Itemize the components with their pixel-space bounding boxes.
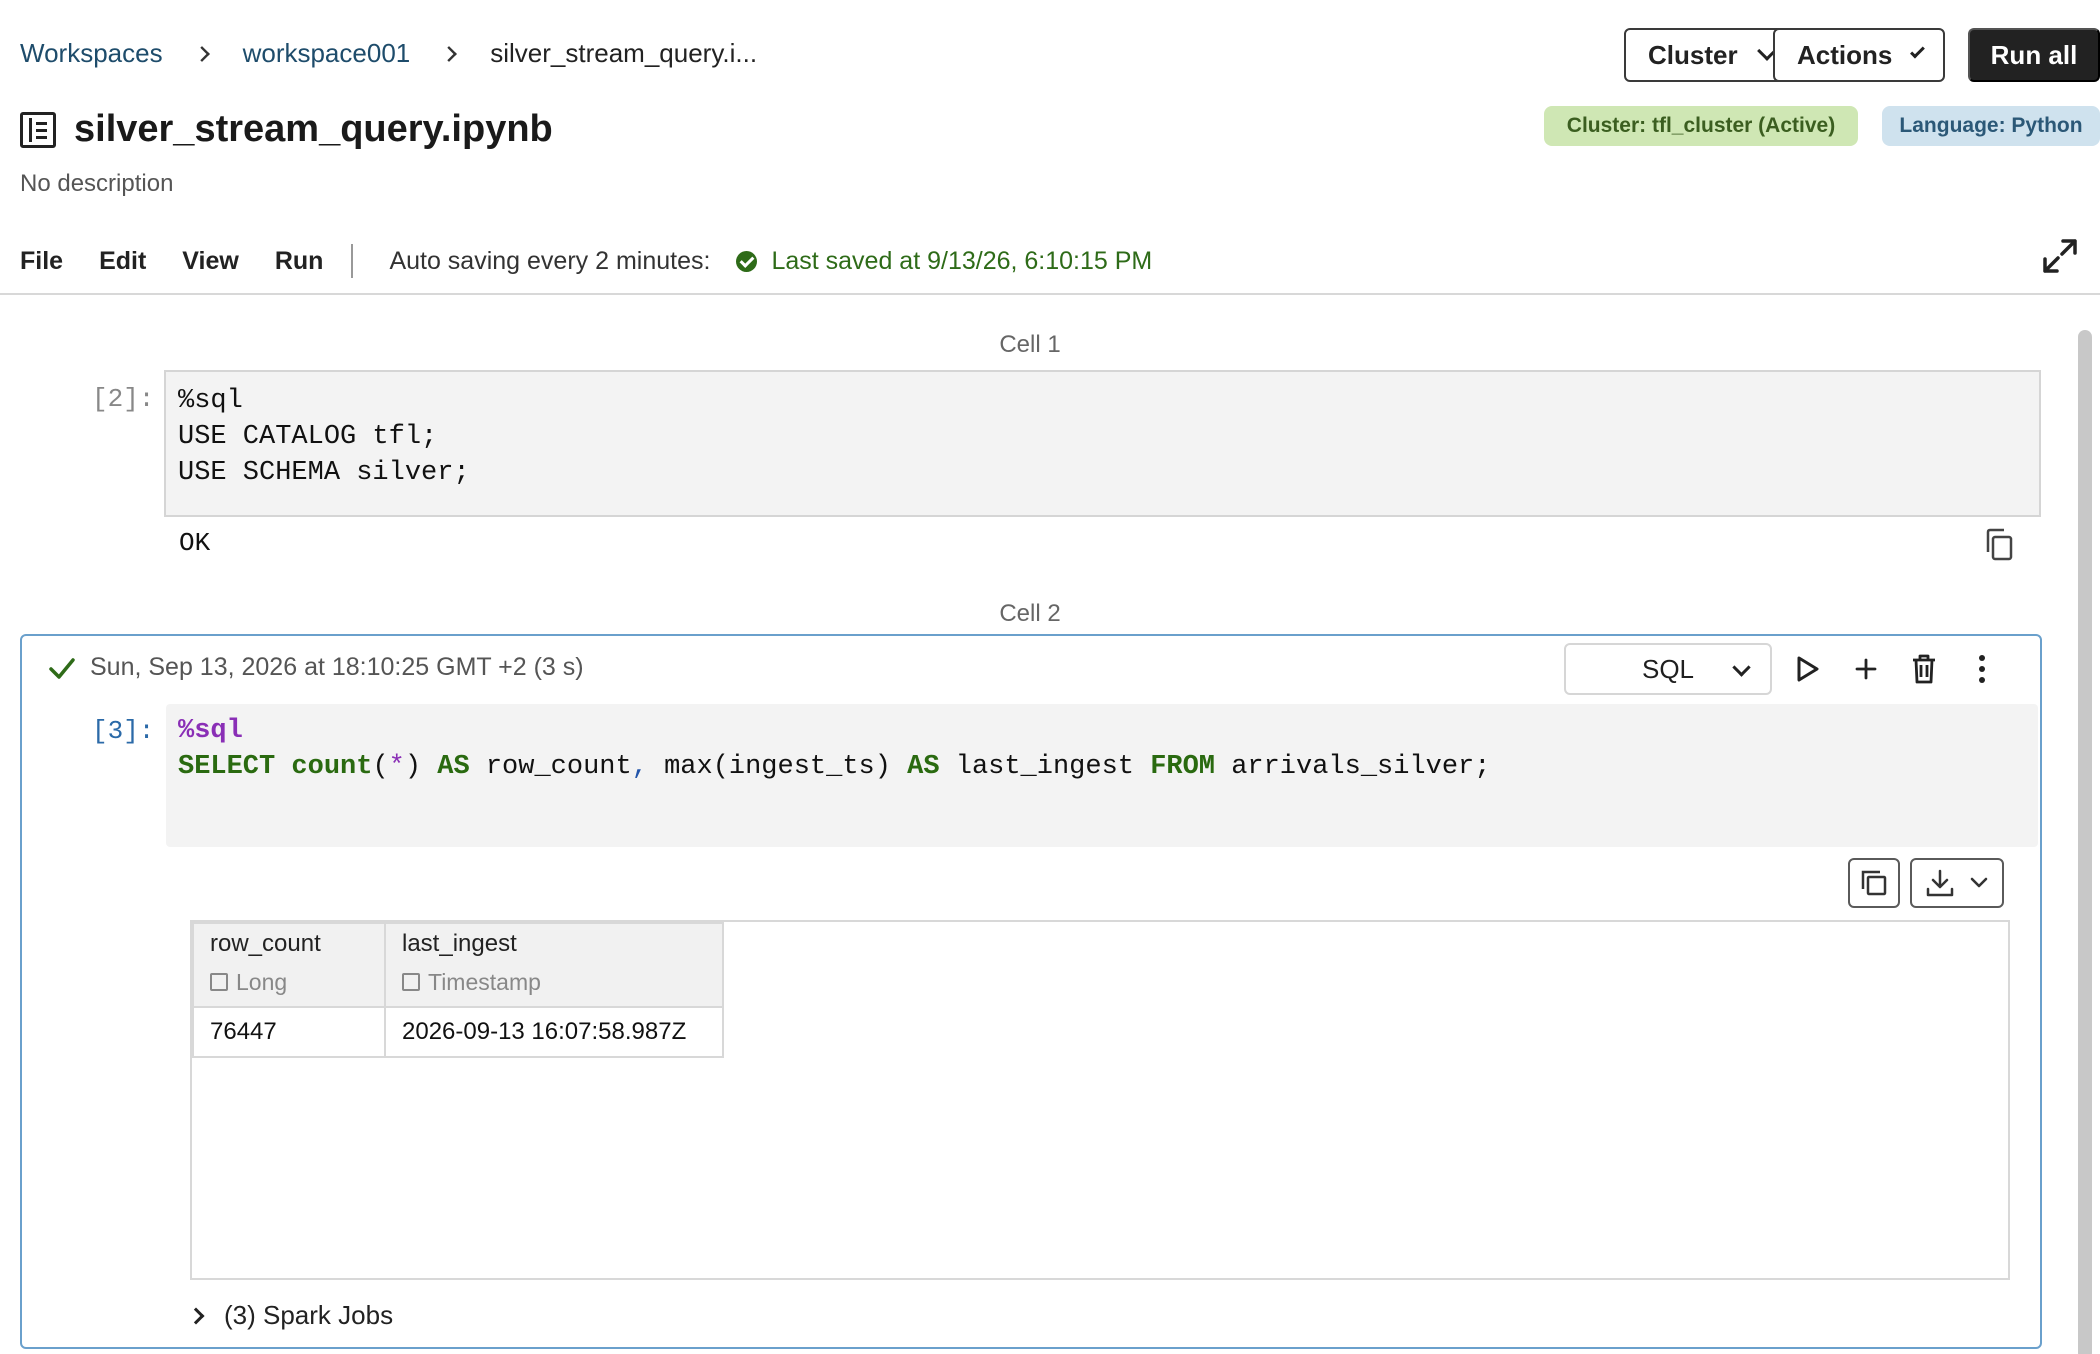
check-circle-icon xyxy=(736,250,758,272)
actions-dropdown-button[interactable]: Actions xyxy=(1773,28,1945,82)
code-token: ( xyxy=(372,752,389,782)
code-token: , xyxy=(631,752,648,782)
result-table-area: row_count Long last_ingest Timestamp 764… xyxy=(190,920,2010,1280)
breadcrumb-workspace-link[interactable]: workspace001 xyxy=(243,38,411,69)
menu-divider xyxy=(351,244,354,278)
table-cell[interactable]: 2026-09-13 16:07:58.987Z xyxy=(384,1006,724,1058)
code-magic-command: %sql xyxy=(178,716,243,746)
menu-view[interactable]: View xyxy=(182,247,239,276)
menu-edit[interactable]: Edit xyxy=(99,247,146,276)
cell-2-code-editor[interactable]: %sql SELECT count(*) AS row_count, max(i… xyxy=(166,704,2038,847)
result-table: row_count Long last_ingest Timestamp 764… xyxy=(192,922,724,1058)
language-badge: Language: Python xyxy=(1882,106,2100,146)
code-token: ) xyxy=(404,752,422,782)
copy-icon xyxy=(1861,870,1887,896)
chevron-down-icon xyxy=(1732,658,1751,677)
cell-language-value: SQL xyxy=(1641,653,1695,684)
breadcrumb-current: silver_stream_query.i... xyxy=(490,38,758,68)
autosave-label: Auto saving every 2 minutes: xyxy=(389,246,711,275)
cell-1-output: OK xyxy=(179,528,211,558)
code-token: row_count xyxy=(485,752,632,782)
table-row: 76447 2026-09-13 16:07:58.987Z xyxy=(192,1006,724,1058)
chevron-right-icon xyxy=(187,1307,205,1324)
cell-1-label: Cell 1 xyxy=(999,331,1061,358)
add-cell-button[interactable] xyxy=(1846,649,1886,689)
result-column-header[interactable]: last_ingest Timestamp xyxy=(384,922,724,1008)
cluster-status-badge: Cluster: tfl_cluster (Active) xyxy=(1544,106,1858,146)
code-keyword: AS xyxy=(437,752,470,782)
header-divider xyxy=(0,293,2100,295)
expand-icon[interactable] xyxy=(2042,238,2078,274)
copy-results-button[interactable] xyxy=(1848,858,1900,908)
code-function: count xyxy=(291,752,373,782)
cell-language-select[interactable]: SQL xyxy=(1564,643,1772,695)
run-cell-button[interactable] xyxy=(1788,649,1828,689)
code-keyword: AS xyxy=(907,752,940,782)
cell-2-run-status: Sun, Sep 13, 2026 at 18:10:25 GMT +2 (3 … xyxy=(48,653,584,682)
notebook-menubar: File Edit View Run Auto saving every 2 m… xyxy=(20,244,1152,278)
vertical-scrollbar[interactable] xyxy=(2078,330,2092,1354)
code-token: * xyxy=(388,752,405,782)
page-title: silver_stream_query.ipynb xyxy=(74,108,553,150)
code-line: SELECT count(*) AS row_count, max(ingest… xyxy=(178,749,2026,785)
cell-more-options-button[interactable] xyxy=(1962,649,2002,689)
code-token: arrivals_silver; xyxy=(1231,752,1491,782)
check-icon xyxy=(49,657,75,679)
spark-jobs-label: (3) Spark Jobs xyxy=(224,1300,394,1330)
chevron-down-icon xyxy=(1970,877,1988,888)
download-icon xyxy=(1926,869,1954,897)
breadcrumb-workspaces-link[interactable]: Workspaces xyxy=(20,38,163,69)
calendar-type-icon xyxy=(402,973,420,991)
plus-icon xyxy=(1855,658,1877,680)
run-all-button[interactable]: Run all xyxy=(1968,28,2100,82)
notebook-title-row: silver_stream_query.ipynb xyxy=(20,108,553,151)
code-keyword: FROM xyxy=(1150,752,1215,782)
download-results-button[interactable] xyxy=(1910,858,2004,908)
cell-2-label: Cell 2 xyxy=(999,600,1061,627)
last-saved-status: Last saved at 9/13/26, 6:10:15 PM xyxy=(771,246,1153,275)
column-type-label: Long xyxy=(236,968,288,995)
column-type: Long xyxy=(210,964,368,1000)
actions-button-label: Actions xyxy=(1797,39,1893,70)
code-line: USE CATALOG tfl; xyxy=(178,422,438,452)
code-token: last_ingest xyxy=(955,752,1134,782)
code-token: max(ingest_ts) xyxy=(664,752,891,782)
notebook-description: No description xyxy=(20,170,174,197)
table-cell[interactable]: 76447 xyxy=(192,1006,386,1058)
cell-2-run-timestamp: Sun, Sep 13, 2026 at 18:10:25 GMT +2 (3 … xyxy=(90,653,584,681)
cluster-button-label: Cluster xyxy=(1648,39,1738,70)
chevron-down-icon xyxy=(1910,43,1925,59)
cell-2-toolbar: SQL xyxy=(1564,643,2002,695)
column-type-label: Timestamp xyxy=(428,968,541,995)
cell-1-code-editor[interactable]: %sql USE CATALOG tfl; USE SCHEMA silver; xyxy=(164,370,2041,517)
spark-jobs-toggle[interactable]: (3) Spark Jobs xyxy=(187,1300,394,1331)
cell-1-exec-count: [2]: xyxy=(92,384,155,414)
code-line: USE SCHEMA silver; xyxy=(178,458,470,488)
breadcrumb: Workspaces workspace001 silver_stream_qu… xyxy=(20,38,757,69)
play-icon xyxy=(1797,656,1819,682)
delete-cell-button[interactable] xyxy=(1904,649,1944,689)
column-name: last_ingest xyxy=(402,930,517,957)
code-line: %sql xyxy=(178,386,243,416)
cell-2-exec-count: [3]: xyxy=(92,716,155,746)
menu-file[interactable]: File xyxy=(20,247,63,276)
number-type-icon xyxy=(210,973,228,991)
more-vertical-icon xyxy=(1979,655,1985,683)
code-keyword: SELECT xyxy=(178,752,276,782)
copy-icon[interactable] xyxy=(1984,528,2014,562)
notebook-icon xyxy=(20,111,56,148)
menu-run[interactable]: Run xyxy=(275,247,324,276)
trash-icon xyxy=(1913,654,1935,684)
column-type: Timestamp xyxy=(402,964,706,1000)
chevron-right-icon xyxy=(441,45,458,62)
result-column-header[interactable]: row_count Long xyxy=(192,922,386,1008)
column-name: row_count xyxy=(210,930,321,957)
chevron-right-icon xyxy=(193,45,210,62)
